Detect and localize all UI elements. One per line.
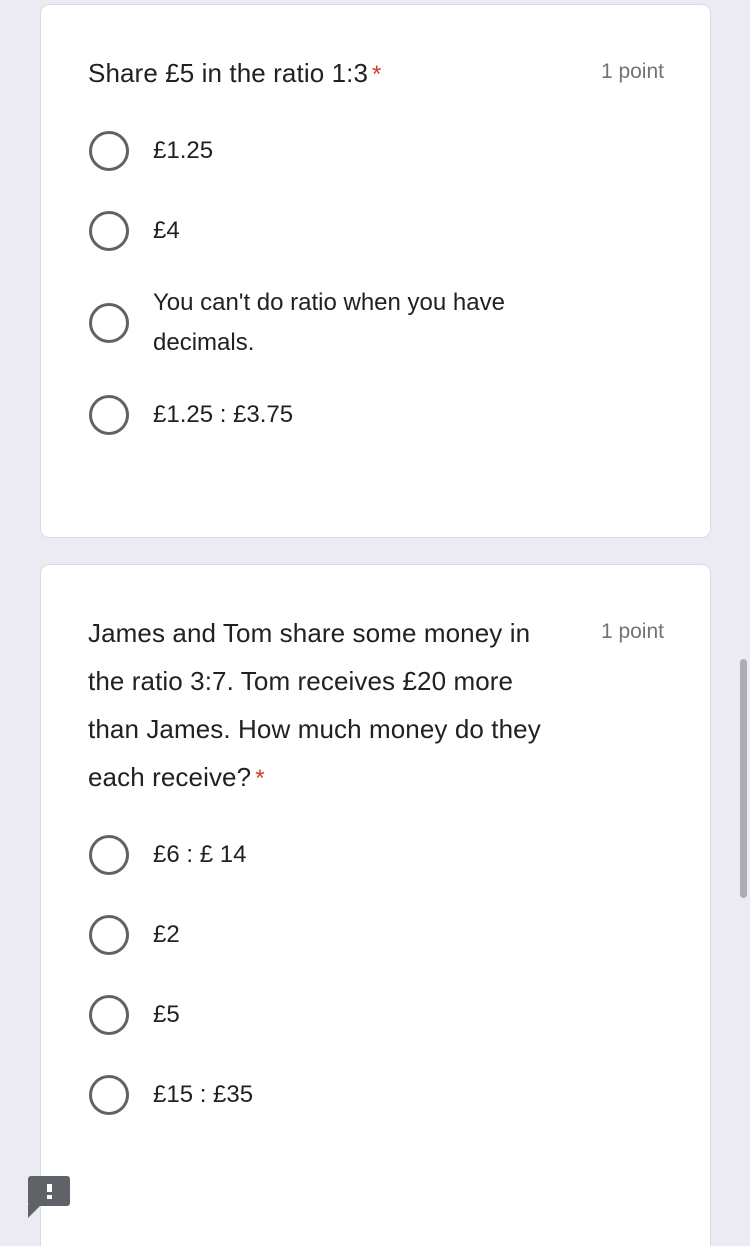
radio-option[interactable]: £2 — [88, 907, 664, 963]
option-label: £4 — [153, 217, 180, 244]
question-card[interactable]: Share £5 in the ratio 1:3 * 1 point £1.25… — [40, 4, 711, 538]
option-label: £5 — [153, 1001, 180, 1028]
option-label: You can't do ratio when you have decimal… — [153, 289, 505, 356]
question-card-content: James and Tom share some money in the ra… — [41, 565, 710, 1123]
radio-option[interactable]: £1.25 : £3.75 — [88, 387, 664, 443]
exclamation-bar — [46, 1183, 52, 1192]
radio-option[interactable]: £4 — [88, 203, 664, 259]
radio-button-icon[interactable] — [89, 211, 129, 251]
report-problem-badge[interactable] — [28, 1176, 70, 1218]
option-label: £1.25 : £3.75 — [153, 401, 294, 428]
radio-button-icon[interactable] — [89, 995, 129, 1035]
options-group: £6 : £ 14 £2 £5 £15 : £35 — [88, 827, 664, 1123]
radio-option[interactable]: £5 — [88, 987, 664, 1043]
points-label: 1 point — [600, 60, 664, 83]
vertical-scrollbar[interactable] — [738, 0, 750, 1246]
question-header: Share £5 in the ratio 1:3 * 1 point — [88, 49, 664, 99]
radio-option[interactable]: £1.25 — [88, 123, 664, 179]
radio-button-icon[interactable] — [89, 303, 129, 343]
required-asterisk: * — [372, 61, 382, 88]
option-label: £15 : £35 — [153, 1081, 254, 1108]
radio-button-icon[interactable] — [89, 915, 129, 955]
question-title-text: James and Tom share some money in the ra… — [88, 618, 541, 792]
radio-button-icon[interactable] — [89, 1075, 129, 1115]
required-asterisk: * — [255, 765, 265, 792]
exclamation-speech-bubble-icon — [28, 1176, 70, 1206]
question-title-text: Share £5 in the ratio 1:3 — [88, 58, 369, 88]
question-card[interactable]: James and Tom share some money in the ra… — [40, 564, 711, 1246]
radio-option[interactable]: £15 : £35 — [88, 1067, 664, 1123]
option-label: £1.25 — [153, 137, 214, 164]
scrollbar-thumb[interactable] — [740, 659, 747, 898]
exclamation-dot — [46, 1194, 52, 1199]
question-title: James and Tom share some money in the ra… — [88, 609, 558, 803]
option-label: £6 : £ 14 — [153, 841, 247, 868]
radio-button-icon[interactable] — [89, 835, 129, 875]
radio-option[interactable]: You can't do ratio when you have decimal… — [88, 283, 664, 363]
form-scroll-area[interactable]: Share £5 in the ratio 1:3 * 1 point £1.25… — [0, 0, 750, 1246]
points-label: 1 point — [600, 620, 664, 643]
radio-button-icon[interactable] — [89, 131, 129, 171]
question-card-content: Share £5 in the ratio 1:3 * 1 point £1.25… — [41, 5, 710, 443]
question-header: James and Tom share some money in the ra… — [88, 609, 664, 803]
option-label: £2 — [153, 921, 180, 948]
options-group: £1.25 £4 You can't do ratio when you hav… — [88, 123, 664, 443]
question-title: Share £5 in the ratio 1:3 * — [88, 49, 381, 99]
radio-button-icon[interactable] — [89, 395, 129, 435]
radio-option[interactable]: £6 : £ 14 — [88, 827, 664, 883]
